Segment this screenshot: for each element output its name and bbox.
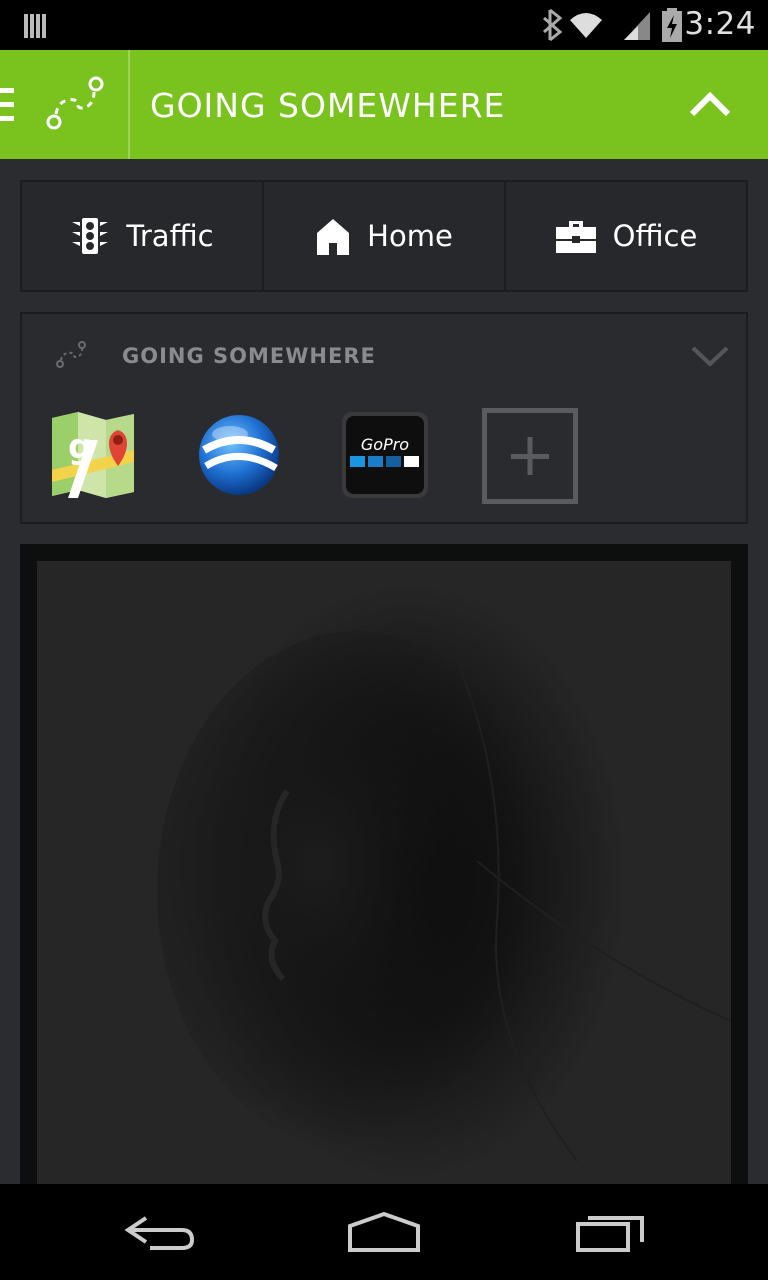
recent-apps-icon[interactable]: [572, 1210, 652, 1254]
add-app-button[interactable]: [482, 408, 578, 504]
photo-card[interactable]: [20, 544, 748, 1204]
card-title: GOING SOMEWHERE: [122, 344, 376, 368]
status-bar: 3:24: [0, 0, 768, 50]
header-title: GOING SOMEWHERE: [150, 86, 506, 125]
quick-actions: Traffic Home Office: [20, 180, 748, 292]
app-header: GOING SOMEWHERE: [0, 50, 768, 159]
traffic-light-icon: [72, 218, 109, 254]
gopro-icon[interactable]: GoPro: [340, 410, 430, 500]
header-divider: [128, 50, 130, 159]
status-icons: [543, 8, 650, 42]
chevron-down-icon[interactable]: [690, 344, 730, 368]
home-label: Home: [367, 219, 453, 253]
screen: 3:24 GOING SOMEWHERE Traffic Home Office…: [0, 0, 768, 1280]
plus-icon: [511, 437, 549, 475]
wifi-icon: [570, 13, 602, 38]
google-maps-icon[interactable]: g: [48, 410, 138, 500]
traffic-button[interactable]: Traffic: [22, 182, 264, 290]
office-label: Office: [612, 219, 698, 253]
traffic-label: Traffic: [126, 219, 214, 253]
route-logo-icon[interactable]: [44, 76, 106, 132]
back-icon[interactable]: [120, 1210, 200, 1254]
navigation-bar: [0, 1184, 768, 1280]
menu-icon[interactable]: [0, 88, 16, 122]
home-icon: [317, 219, 350, 255]
chevron-up-icon[interactable]: [688, 90, 732, 120]
home-nav-icon[interactable]: [344, 1210, 424, 1254]
signal-icon: [624, 12, 650, 40]
briefcase-icon: [555, 221, 596, 253]
bluetooth-icon: [543, 8, 563, 42]
route-icon: [56, 341, 86, 368]
photo-image: [37, 561, 731, 1201]
svg-text:g: g: [68, 427, 92, 467]
home-button[interactable]: Home: [264, 182, 506, 290]
going-somewhere-card: GOING SOMEWHERE g GoPro: [20, 312, 748, 524]
battery-charging-icon: [662, 8, 682, 42]
gopro-label: GoPro: [361, 435, 409, 454]
portrait-graphic: [157, 631, 731, 1162]
clock: 3:24: [684, 6, 756, 42]
google-earth-icon[interactable]: [194, 410, 284, 500]
notification-icon: [24, 14, 46, 38]
office-button[interactable]: Office: [506, 182, 746, 290]
